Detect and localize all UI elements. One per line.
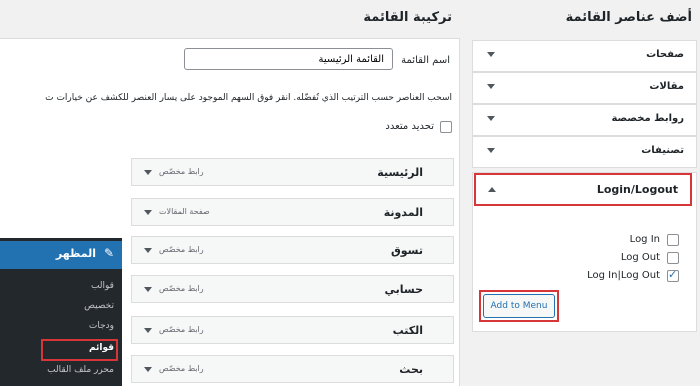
section-label: روابط مخصصة xyxy=(611,113,684,124)
menu-item-title: بحث xyxy=(399,363,423,376)
add-items-heading: أضف عناصر القائمة xyxy=(565,10,692,25)
menu-item-type: رابط مخصّص xyxy=(159,245,204,254)
chevron-down-icon[interactable] xyxy=(144,287,152,292)
checkbox-login-logout[interactable] xyxy=(667,268,679,282)
menu-item-title: الكتب xyxy=(392,324,423,337)
section-login-logout[interactable]: Login/Logout xyxy=(474,173,692,206)
section-pages[interactable]: صفحات xyxy=(472,40,697,72)
menu-item[interactable]: الكتب رابط مخصّص xyxy=(131,316,454,344)
bulk-select-label: تحديد متعدد xyxy=(385,121,434,132)
chevron-up-icon xyxy=(488,187,496,192)
section-label: صفحات xyxy=(646,49,684,60)
chevron-down-icon xyxy=(487,148,495,153)
submenu-item-theme-editor[interactable]: محرر ملف القالب xyxy=(47,365,114,375)
bulk-select-checkbox[interactable] xyxy=(440,121,452,133)
menu-item[interactable]: بحث رابط مخصّص xyxy=(131,355,454,383)
chevron-down-icon xyxy=(487,84,495,89)
menu-item-type: صفحة المقالات xyxy=(159,207,210,216)
section-categories[interactable]: تصنيفات xyxy=(472,136,697,168)
menu-item[interactable]: المدونة صفحة المقالات xyxy=(131,198,454,226)
menu-item-type: رابط مخصّص xyxy=(159,364,204,373)
chevron-down-icon[interactable] xyxy=(144,367,152,372)
chevron-down-icon[interactable] xyxy=(144,328,152,333)
appearance-menu-header[interactable]: المظهر ✎ xyxy=(0,241,122,269)
menu-name-label: اسم القائمة xyxy=(401,55,450,66)
menu-item[interactable]: تسوق رابط مخصّص xyxy=(131,236,454,264)
chevron-down-icon[interactable] xyxy=(144,170,152,175)
section-posts[interactable]: مقالات xyxy=(472,72,697,104)
menu-item-type: رابط مخصّص xyxy=(159,167,204,176)
section-label: مقالات xyxy=(649,81,684,92)
checkbox-login[interactable] xyxy=(667,234,679,246)
section-custom-links[interactable]: روابط مخصصة xyxy=(472,104,697,136)
option-label: Log In|Log Out xyxy=(587,270,660,281)
chevron-down-icon[interactable] xyxy=(144,210,152,215)
option-label: Log Out xyxy=(620,252,660,263)
checkbox-logout[interactable] xyxy=(667,252,679,264)
appearance-label: المظهر xyxy=(55,247,96,260)
option-label: Log In xyxy=(629,234,660,245)
section-label: Login/Logout xyxy=(596,183,678,196)
brush-icon: ✎ xyxy=(103,246,114,260)
menu-structure-heading: تركيبة القائمة xyxy=(363,10,452,25)
submenu-item-customize[interactable]: تخصيص xyxy=(84,301,114,311)
menu-item-title: تسوق xyxy=(390,244,423,257)
menu-item[interactable]: حسابي رابط مخصّص xyxy=(131,275,454,303)
menu-item-type: رابط مخصّص xyxy=(159,325,204,334)
menu-item-type: رابط مخصّص xyxy=(159,284,204,293)
submenu-item-widgets[interactable]: ودجات xyxy=(89,321,114,331)
menu-item-title: المدونة xyxy=(383,206,423,219)
submenu-item-themes[interactable]: قوالب xyxy=(91,281,114,291)
menu-item[interactable]: الرئيسية رابط مخصّص xyxy=(131,158,454,186)
menu-name-input[interactable] xyxy=(184,48,393,70)
add-to-menu-button[interactable]: Add to Menu xyxy=(483,294,555,318)
admin-submenu: المظهر ✎ قوالب تخصيص ودجات قوائم محرر مل… xyxy=(0,238,122,386)
chevron-down-icon[interactable] xyxy=(144,248,152,253)
chevron-down-icon xyxy=(487,116,495,121)
menus-highlight xyxy=(41,339,118,361)
instructions-text: اسحب العناصر حسب الترتيب الذي تُفضّله. أ… xyxy=(45,93,452,103)
menu-item-title: حسابي xyxy=(384,283,423,296)
menu-item-title: الرئيسية xyxy=(377,166,423,179)
chevron-down-icon xyxy=(487,52,495,57)
section-label: تصنيفات xyxy=(641,145,684,156)
